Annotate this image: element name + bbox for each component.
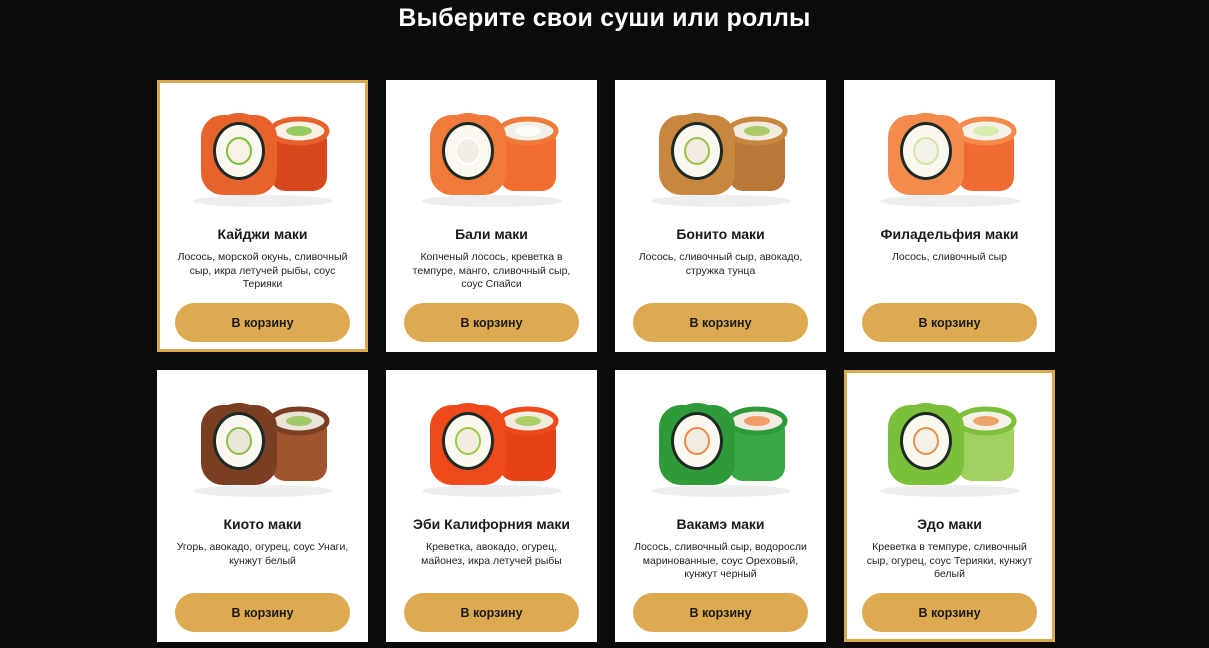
product-image	[847, 383, 1052, 501]
product-image	[160, 383, 365, 501]
product-image	[389, 383, 594, 501]
product-card[interactable]: Вакамэ маки Лосось, сливочный сыр, водоро…	[615, 370, 826, 642]
sushi-roll-icon	[421, 113, 562, 207]
add-to-cart-button[interactable]: В корзину	[633, 593, 808, 632]
product-name: Филадельфия маки	[880, 226, 1019, 242]
product-name: Бонито маки	[676, 226, 765, 242]
product-description: Лосось, морской окунь, сливочный сыр, ик…	[177, 251, 348, 290]
product-image	[160, 93, 365, 211]
sushi-roll-icon	[192, 113, 333, 207]
add-to-cart-button[interactable]: В корзину	[862, 593, 1037, 632]
product-card[interactable]: Кайджи маки Лосось, морской окунь, сливоч…	[157, 80, 368, 352]
product-card[interactable]: Эдо маки Креветка в темпуре, сливочный сы…	[844, 370, 1055, 642]
product-name: Киото маки	[223, 516, 302, 532]
product-name: Бали маки	[455, 226, 528, 242]
sushi-roll-icon	[192, 403, 333, 497]
product-card[interactable]: Филадельфия маки Лосось, сливочный сыр В к…	[844, 80, 1055, 352]
add-to-cart-button[interactable]: В корзину	[404, 303, 579, 342]
sushi-roll-icon	[879, 403, 1020, 497]
page-title: Выберите свои суши или роллы	[398, 4, 811, 32]
product-image	[847, 93, 1052, 211]
product-description: Копченый лосось, креветка в темпуре, ман…	[412, 251, 571, 290]
add-to-cart-button[interactable]: В корзину	[404, 593, 579, 632]
sushi-roll-icon	[879, 113, 1020, 207]
add-to-cart-button[interactable]: В корзину	[633, 303, 808, 342]
product-card[interactable]: Бонито маки Лосось, сливочный сыр, авокад…	[615, 80, 826, 352]
add-to-cart-button[interactable]: В корзину	[862, 303, 1037, 342]
product-card[interactable]: Киото маки Угорь, авокадо, огурец, соус У…	[157, 370, 368, 642]
product-name: Вакамэ маки	[676, 516, 765, 532]
sushi-roll-icon	[650, 403, 791, 497]
product-description: Лосось, сливочный сыр, водоросли маринов…	[634, 541, 807, 580]
product-image	[389, 93, 594, 211]
add-to-cart-button[interactable]: В корзину	[175, 593, 350, 632]
product-card[interactable]: Бали маки Копченый лосось, креветка в тем…	[386, 80, 597, 352]
product-description: Креветка в темпуре, сливочный сыр, огуре…	[866, 541, 1033, 580]
add-to-cart-button[interactable]: В корзину	[175, 303, 350, 342]
product-description: Угорь, авокадо, огурец, соус Унаги, кунж…	[176, 541, 349, 567]
product-description: Лосось, сливочный сыр	[891, 251, 1008, 263]
sushi-roll-icon	[650, 113, 791, 207]
product-description: Лосось, сливочный сыр, авокадо, стружка …	[638, 251, 803, 277]
product-image	[618, 93, 823, 211]
product-description: Креветка, авокадо, огурец, майонез, икра…	[421, 541, 562, 567]
product-card[interactable]: Эби Калифорния маки Креветка, авокадо, ог…	[386, 370, 597, 642]
product-grid: Кайджи маки Лосось, морской окунь, сливоч…	[157, 80, 1055, 642]
sushi-roll-icon	[421, 403, 562, 497]
product-name: Эби Калифорния маки	[413, 516, 570, 532]
product-name: Кайджи маки	[217, 226, 308, 242]
product-name: Эдо маки	[917, 516, 982, 532]
product-image	[618, 383, 823, 501]
